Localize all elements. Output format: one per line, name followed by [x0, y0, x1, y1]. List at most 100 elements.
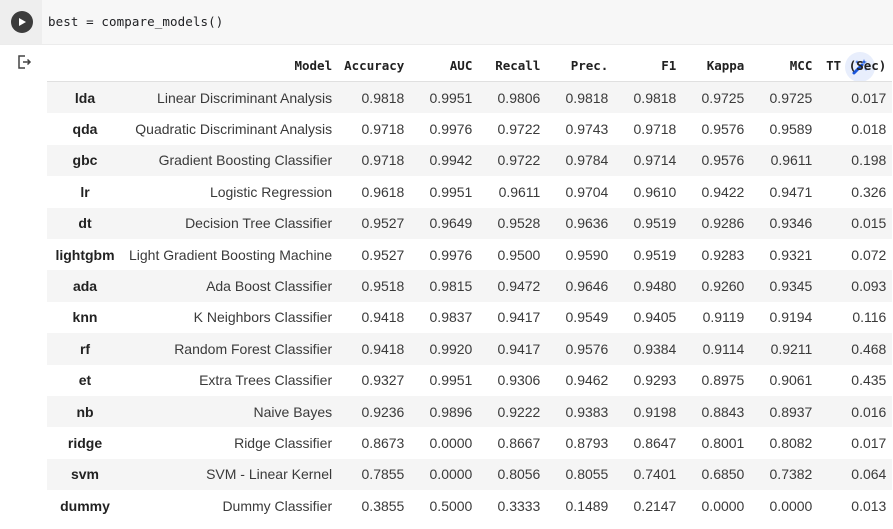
code-cell-input[interactable]: best = compare_models(): [0, 0, 893, 45]
mcc-value: 0.7382: [769, 466, 813, 483]
auc-value: 0.9649: [429, 215, 473, 232]
accuracy-value: 0.9327: [361, 372, 405, 389]
recall-value: 0.9417: [497, 340, 541, 357]
row-id: knn: [72, 309, 98, 326]
f1-value: 0.9718: [633, 121, 677, 138]
auc-value: 0.0000: [429, 466, 473, 483]
recall-value: 0.9806: [497, 89, 541, 106]
header-mcc: MCC: [750, 50, 819, 82]
table-row: qda Quadratic Discriminant Analysis 0.9718…: [47, 113, 892, 144]
row-id: lr: [80, 183, 90, 200]
table-row: dummy Dummy Classifier 0.3855 0.5000 0.3333 0…: [47, 490, 892, 521]
tt-value: 0.326: [851, 183, 887, 200]
table-row: lda Linear Discriminant Analysis 0.9818 0.9…: [47, 81, 893, 114]
output-redirect-icon[interactable]: [16, 54, 32, 70]
accuracy-value: 0.3855: [361, 497, 405, 514]
model-name: Naive Bayes: [253, 403, 333, 420]
prec-value: 0.9646: [565, 278, 609, 295]
table-row: lr Logistic Regression 0.9618 0.9951 0.9611 0…: [47, 176, 892, 207]
header-index: [47, 50, 123, 82]
f1-value: 0.7401: [633, 466, 677, 483]
kappa-value: 0.9119: [702, 309, 745, 326]
cell-gutter: [0, 0, 42, 44]
recall-value: 0.9417: [497, 309, 541, 326]
table-row: et Extra Trees Classifier 0.9327 0.9951 0.93…: [47, 365, 892, 396]
model-name: Decision Tree Classifier: [185, 215, 333, 232]
table-row: svm SVM - Linear Kernel 0.7855 0.0000 0.8056…: [47, 458, 893, 491]
table-row: gbc Gradient Boosting Classifier 0.9718 0.9…: [47, 144, 893, 177]
tt-value: 0.468: [851, 340, 887, 357]
auc-value: 0.9976: [429, 246, 473, 263]
mcc-value: 0.9211: [770, 340, 813, 357]
model-name: Logistic Regression: [209, 183, 333, 200]
model-name: SVM - Linear Kernel: [206, 466, 333, 483]
tt-value: 0.013: [851, 497, 887, 514]
mcc-value: 0.9321: [769, 246, 813, 263]
table-row: lightgbm Light Gradient Boosting Machine 0…: [47, 239, 892, 270]
f1-value: 0.9519: [633, 215, 677, 232]
kappa-value: 0.9725: [701, 89, 745, 106]
compare-models-table: Model Accuracy AUC Recall Prec. F1 Kappa…: [47, 50, 893, 521]
auc-value: 0.9896: [429, 403, 473, 420]
header-tt: TT (Sec): [818, 50, 893, 82]
f1-value: 0.9384: [633, 340, 677, 357]
recall-value: 0.9472: [497, 278, 541, 295]
accuracy-value: 0.9718: [361, 121, 405, 138]
header-recall: Recall: [478, 50, 547, 82]
prec-value: 0.9704: [565, 183, 609, 200]
kappa-value: 0.8001: [701, 434, 745, 451]
auc-value: 0.9951: [429, 372, 473, 389]
table-row: ridge Ridge Classifier 0.8673 0.0000 0.8667 0…: [47, 427, 892, 458]
prec-value: 0.9818: [565, 89, 609, 106]
tt-value: 0.017: [851, 434, 887, 451]
tt-value: 0.017: [851, 89, 887, 106]
f1-value: 0.9405: [633, 309, 677, 326]
recall-value: 0.9722: [497, 121, 541, 138]
recall-value: 0.9500: [497, 246, 541, 263]
mcc-value: 0.0000: [769, 497, 813, 514]
accuracy-value: 0.9418: [361, 309, 405, 326]
recall-value: 0.9528: [497, 215, 541, 232]
prec-value: 0.9549: [565, 309, 609, 326]
f1-value: 0.2147: [633, 497, 677, 514]
tt-value: 0.093: [851, 278, 887, 295]
tt-value: 0.015: [851, 215, 887, 232]
tt-value: 0.016: [851, 403, 887, 420]
accuracy-value: 0.8673: [361, 434, 405, 451]
mcc-value: 0.9611: [770, 152, 813, 169]
f1-value: 0.9519: [633, 246, 677, 263]
kappa-value: 0.9422: [701, 183, 745, 200]
accuracy-value: 0.9618: [361, 183, 405, 200]
auc-value: 0.9976: [429, 121, 473, 138]
table-row: dt Decision Tree Classifier 0.9527 0.9649 0.…: [47, 207, 893, 239]
prec-value: 0.8793: [565, 434, 609, 451]
kappa-value: 0.9283: [701, 246, 745, 263]
accuracy-value: 0.9527: [361, 215, 405, 232]
prec-value: 0.9383: [565, 403, 609, 420]
kappa-value: 0.6850: [701, 466, 745, 483]
kappa-value: 0.8843: [701, 403, 745, 420]
tt-value: 0.064: [851, 466, 887, 483]
f1-value: 0.9818: [633, 89, 677, 106]
run-cell-button[interactable]: [11, 11, 33, 33]
kappa-value: 0.9286: [701, 215, 745, 232]
row-id: gbc: [72, 152, 98, 169]
mcc-value: 0.9061: [769, 372, 813, 389]
kappa-value: 0.9576: [701, 121, 745, 138]
mcc-value: 0.9346: [769, 215, 813, 232]
model-name: Quadratic Discriminant Analysis: [135, 121, 333, 138]
row-id: dt: [78, 215, 92, 232]
mcc-value: 0.8082: [769, 434, 813, 451]
table-row: nb Naive Bayes 0.9236 0.9896 0.9222 0.9383 0.9…: [47, 395, 893, 428]
prec-value: 0.9743: [565, 121, 609, 138]
header-model: Model: [123, 50, 339, 82]
tt-value: 0.198: [851, 152, 887, 169]
code-text[interactable]: best = compare_models(): [48, 14, 223, 29]
kappa-value: 0.9114: [702, 340, 745, 357]
accuracy-value: 0.9718: [361, 152, 405, 169]
tt-value: 0.435: [851, 372, 887, 389]
auc-value: 0.9942: [429, 152, 473, 169]
row-id: nb: [76, 403, 94, 420]
row-id: rf: [79, 340, 91, 357]
accuracy-value: 0.9527: [361, 246, 405, 263]
